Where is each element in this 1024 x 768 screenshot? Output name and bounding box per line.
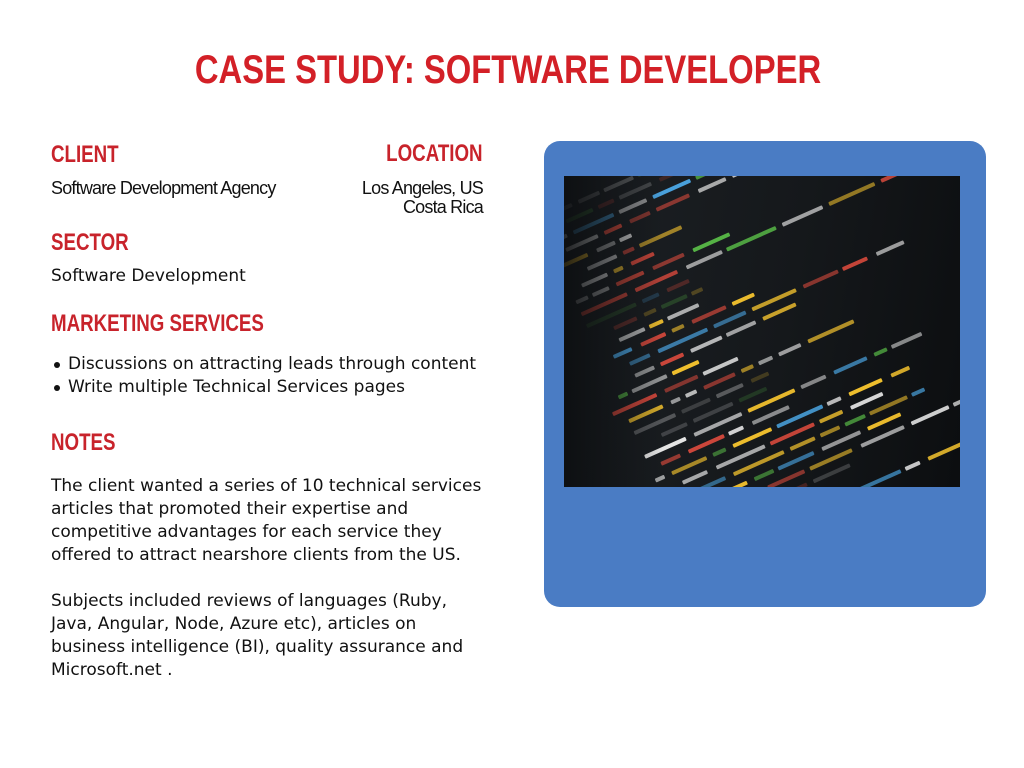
bullet-icon bbox=[54, 385, 60, 391]
sector-value: Software Development bbox=[51, 266, 246, 286]
notes-paragraph: Subjects included reviews of languages (… bbox=[51, 591, 464, 680]
location-line-2: Costa Rica bbox=[402, 197, 484, 217]
marketing-services-label: Marketing Services bbox=[51, 310, 264, 337]
service-item-text: Discussions on attracting leads through … bbox=[68, 354, 477, 374]
page-title: Case Study: Software Developer bbox=[194, 48, 822, 92]
notes-paragraph: The client wanted a series of 10 technic… bbox=[51, 476, 482, 565]
list-item: Discussions on attracting leads through … bbox=[54, 353, 477, 376]
service-item-text: Write multiple Technical Services pages bbox=[68, 377, 405, 397]
bullet-icon bbox=[54, 362, 60, 368]
location-label: Location bbox=[386, 140, 483, 167]
location-line-1: Los Angeles, US bbox=[361, 178, 484, 198]
marketing-services-list: Discussions on attracting leads through … bbox=[50, 353, 476, 399]
notes-label: Notes bbox=[51, 429, 116, 456]
client-value: Software Development Agency bbox=[51, 178, 276, 198]
code-screenshot-photo-icon bbox=[564, 176, 960, 487]
image-panel bbox=[544, 141, 986, 607]
photo-vignette bbox=[564, 176, 960, 487]
sector-label: Sector bbox=[51, 229, 129, 256]
list-item: Write multiple Technical Services pages bbox=[54, 376, 476, 399]
notes-body: The client wanted a series of 10 technic… bbox=[51, 475, 487, 682]
client-label: Client bbox=[51, 141, 119, 168]
